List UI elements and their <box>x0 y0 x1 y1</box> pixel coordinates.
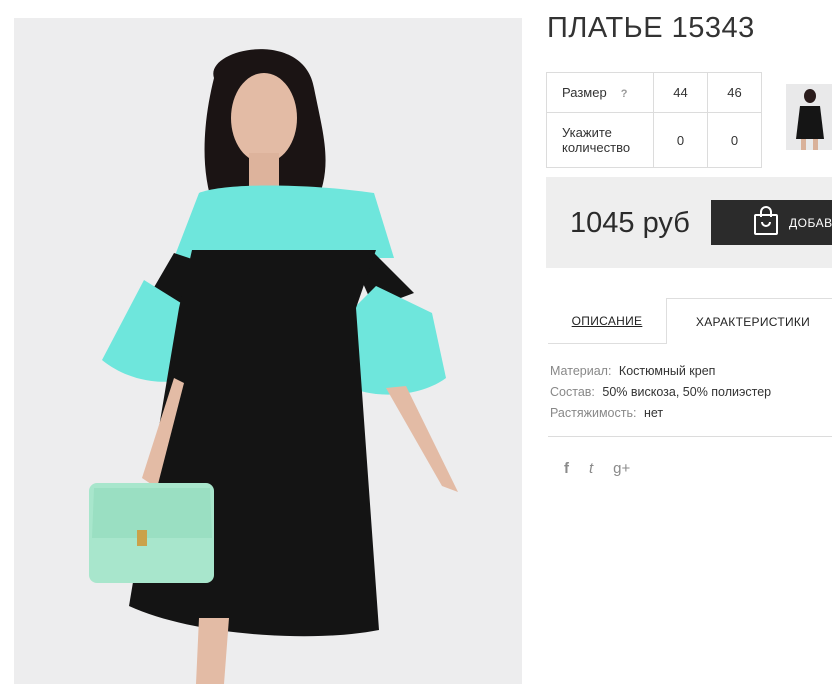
characteristic-row: Состав: 50% вискоза, 50% полиэстер <box>550 382 771 403</box>
help-icon[interactable]: ? <box>621 88 628 100</box>
product-tabs: ОПИСАНИЕ ХАРАКТЕРИСТИКИ <box>548 298 832 344</box>
model-illustration <box>89 49 458 684</box>
characteristic-value: Костюмный креп <box>618 364 716 378</box>
quantity-label: Укажите количество <box>546 112 654 168</box>
product-photo[interactable] <box>14 18 522 684</box>
characteristic-row: Материал: Костюмный креп <box>550 361 771 382</box>
characteristic-value: 50% вискоза, 50% полиэстер <box>602 385 772 399</box>
facebook-icon[interactable]: f <box>564 460 569 477</box>
add-to-cart-button[interactable]: ДОБАВ <box>711 200 832 245</box>
social-share: f t g+ <box>564 460 630 477</box>
divider <box>548 436 832 437</box>
product-thumbnail[interactable] <box>786 84 832 150</box>
size-cell: 44 <box>653 72 708 113</box>
google-plus-icon[interactable]: g+ <box>613 460 630 477</box>
tab-description[interactable]: ОПИСАНИЕ <box>548 298 666 344</box>
characteristic-value: нет <box>643 406 664 420</box>
price: 1045 руб <box>570 207 690 239</box>
characteristic-key: Растяжимость: <box>550 406 637 420</box>
characteristic-row: Растяжимость: нет <box>550 403 771 424</box>
shopping-bag-icon <box>753 206 779 239</box>
thumbnail-illustration <box>796 89 824 150</box>
price-box: 1045 руб ДОБАВ <box>546 177 832 268</box>
quantity-row: Укажите количество 0 0 <box>546 112 762 168</box>
quantity-input[interactable]: 0 <box>653 112 708 168</box>
tab-characteristics[interactable]: ХАРАКТЕРИСТИКИ <box>666 298 832 344</box>
add-to-cart-label: ДОБАВ <box>789 215 832 230</box>
characteristics-list: Материал: Костюмный креп Состав: 50% вис… <box>550 361 771 424</box>
size-label-cell: Размер? <box>546 72 654 113</box>
size-row: Размер? 44 46 <box>546 72 762 113</box>
size-quantity-table: Размер? 44 46 Укажите количество 0 0 <box>546 72 762 168</box>
quantity-input[interactable]: 0 <box>707 112 762 168</box>
characteristic-key: Состав: <box>550 385 595 399</box>
characteristic-key: Материал: <box>550 364 612 378</box>
size-cell: 46 <box>707 72 762 113</box>
size-label: Размер <box>562 85 607 100</box>
twitter-icon[interactable]: t <box>589 460 593 477</box>
product-title: ПЛАТЬЕ 15343 <box>547 12 755 44</box>
